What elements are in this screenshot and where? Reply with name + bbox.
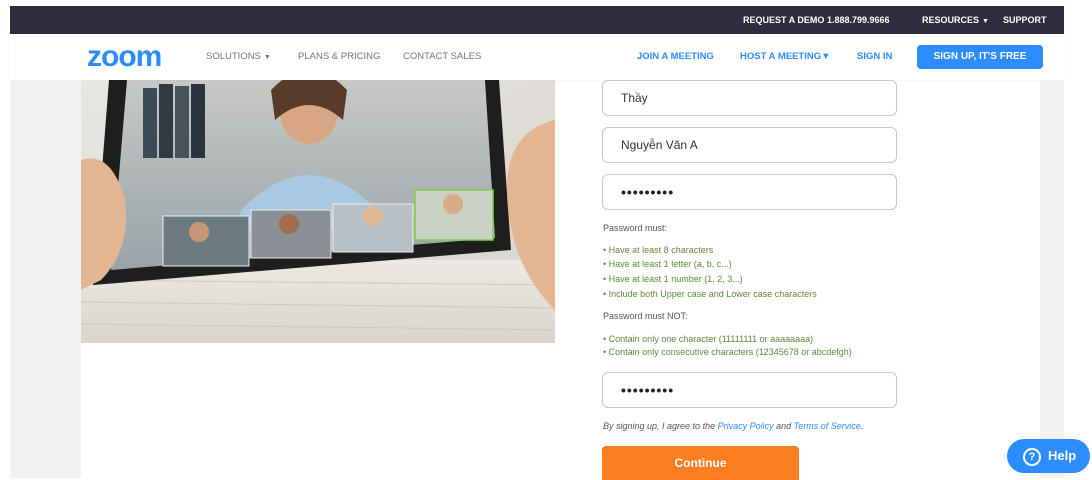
plans-pricing-link[interactable]: PLANS & PRICING	[298, 51, 380, 62]
contact-sales-link[interactable]: CONTACT SALES	[403, 51, 481, 62]
restriction-item: • Contain only one character (11111111 o…	[603, 334, 814, 344]
help-label: Help	[1048, 448, 1077, 463]
join-meeting-link[interactable]: JOIN A MEETING	[637, 51, 714, 62]
terms-of-service-link[interactable]: Terms of Service	[794, 421, 861, 431]
continue-button[interactable]: Continue	[602, 446, 799, 480]
terms-agreement: By signing up, I agree to the Privacy Po…	[603, 421, 864, 431]
sign-up-button[interactable]: SIGN UP, IT'S FREE	[917, 45, 1043, 69]
solutions-label: SOLUTIONS	[206, 51, 261, 62]
question-circle-icon: ?	[1023, 448, 1041, 466]
chevron-down-icon: ▼	[263, 54, 271, 61]
restriction-item: • Contain only consecutive characters (1…	[603, 347, 852, 357]
password-must-title: Password must:	[603, 223, 668, 233]
right-gutter	[1040, 80, 1064, 478]
main-navbar: zoom SOLUTIONS ▼ PLANS & PRICING CONTACT …	[10, 34, 1064, 80]
password-mask: •••••••••	[621, 184, 675, 200]
phone-number[interactable]: 1.888.799.9666	[827, 6, 890, 34]
left-gutter	[10, 80, 81, 478]
sign-in-link[interactable]: SIGN IN	[857, 51, 892, 62]
first-name-field[interactable]: Thầy	[602, 80, 897, 116]
solutions-menu[interactable]: SOLUTIONS ▼	[206, 51, 271, 62]
password-must-not-title: Password must NOT:	[603, 311, 688, 321]
password-field[interactable]: •••••••••	[602, 174, 897, 210]
chevron-down-icon: ▼	[982, 18, 989, 25]
support-link[interactable]: SUPPORT	[1003, 6, 1047, 34]
zoom-logo[interactable]: zoom	[87, 42, 162, 72]
first-name-value: Thầy	[621, 91, 648, 105]
chevron-down-icon: ▼	[821, 51, 831, 62]
resources-label: RESOURCES	[922, 15, 980, 25]
help-button[interactable]: ? Help	[1007, 439, 1090, 473]
last-name-value: Nguyễn Văn A	[621, 138, 698, 152]
confirm-password-field[interactable]: •••••••••	[602, 372, 897, 408]
confirm-password-mask: •••••••••	[621, 382, 675, 398]
host-meeting-label: HOST A MEETING	[740, 51, 822, 62]
requirement-item: • Have at least 1 letter (a, b, c...)	[603, 259, 732, 269]
top-utility-bar: REQUEST A DEMO 1.888.799.9666 RESOURCES ▼…	[10, 6, 1064, 34]
last-name-field[interactable]: Nguyễn Văn A	[602, 127, 897, 163]
requirement-item: • Have at least 1 number (1, 2, 3...)	[603, 274, 743, 284]
resources-menu[interactable]: RESOURCES ▼	[922, 6, 989, 34]
hero-tablet-image	[81, 80, 555, 343]
privacy-policy-link[interactable]: Privacy Policy	[718, 421, 774, 431]
requirement-item: • Include both Upper case and Lower case…	[603, 289, 817, 299]
requirement-item: • Have at least 8 characters	[603, 245, 714, 255]
request-demo-link[interactable]: REQUEST A DEMO	[743, 6, 824, 34]
host-meeting-menu[interactable]: HOST A MEETING▼	[740, 51, 831, 62]
